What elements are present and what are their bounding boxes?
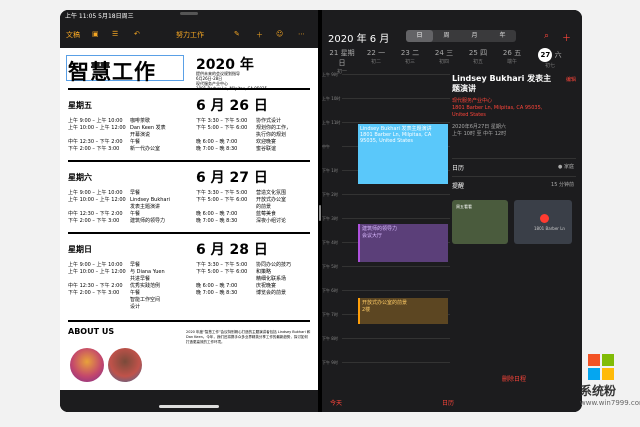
multitask-grabber[interactable] [180, 12, 198, 15]
watermark-url: www.win7999.com [580, 399, 640, 407]
hour-label: 下午 6时 [322, 288, 450, 294]
segment-day[interactable]: 日 [406, 30, 433, 42]
segment-month[interactable]: 月 [461, 30, 488, 42]
divider [68, 88, 310, 90]
day-name[interactable]: 星期日 [68, 244, 92, 255]
event-detail-panel: Lindsey Bukhari 发表主题演讲 编辑 现代服务产业中心 1801 … [452, 72, 578, 390]
weekday-cell-today[interactable]: 27 六初七 [534, 48, 566, 69]
split-view-handle[interactable] [319, 205, 321, 221]
day-timeline[interactable]: 上午 9时 上午 10时 上午 11时 中午 下午 1时 下午 2时 下午 3时… [322, 72, 450, 390]
document-title: 努力工作 [176, 31, 204, 39]
add-event-icon[interactable]: ＋ [562, 31, 571, 44]
pages-app-pane: 上午 11:05 5月18日周三 文稿 ▣ ☰ ↶ 努力工作 ✎ ＋ ☺ ⋯ 智… [60, 10, 318, 412]
document-page[interactable]: 智慧工作 2020 年 提供未来的会议规划指导 6月26日-28日 现代服务产业… [60, 48, 318, 390]
hour-label: 上午 9时 [322, 72, 450, 78]
format-brush-icon[interactable]: ✎ [234, 30, 240, 38]
location-map[interactable]: 1801 Barber Ln [514, 200, 572, 244]
watermark-title: 系统粉 [580, 384, 617, 398]
weekday-cell[interactable]: 23 二初三 [394, 48, 426, 65]
add-icon[interactable]: ＋ [256, 30, 263, 40]
schedule-times-1[interactable]: 上午 9:00 – 上午 10:00 上午 10:00 – 上午 12:00 中午… [68, 190, 126, 225]
divider [68, 320, 310, 322]
calendars-button[interactable]: 日历 [442, 398, 454, 407]
hour-label: 下午 8时 [322, 336, 450, 342]
hour-label: 下午 5时 [322, 264, 450, 270]
hour-label: 上午 10时 [322, 96, 450, 102]
pages-toolbar: 文稿 ▣ ☰ ↶ 努力工作 ✎ ＋ ☺ ⋯ [60, 25, 318, 47]
schedule-events-2[interactable]: 协作式设计 规划你的工作， 执行你的规划 欢迎晚宴 蜜谷联谊 [256, 118, 291, 153]
pages-bottom-bar [60, 390, 318, 412]
segment-week[interactable]: 周 [433, 30, 460, 42]
segment-year[interactable]: 年 [489, 30, 516, 42]
look-around-map[interactable]: 周五看看 [452, 200, 508, 244]
hour-label: 下午 9时 [322, 360, 450, 366]
event-detail-title: Lindsey Bukhari 发表主题演讲 [452, 74, 552, 93]
calendar-app-pane: 2020 年 6 月 日 周 月 年 ⌕ ＋ 21 星期日 初一 22 一初二 2… [322, 10, 582, 412]
list-icon[interactable]: ☰ [112, 30, 118, 38]
weekday-cell[interactable]: 26 五端午 [496, 48, 528, 65]
day-date[interactable]: 6 月 28 日 [196, 239, 268, 259]
event-leadership[interactable]: 建筑师的领导力 会议大厅 [358, 224, 448, 262]
schedule-events-1[interactable]: 早餐 Lindsey Bukhari 发表主题演讲 午餐 建筑师的领导力 [130, 190, 170, 225]
schedule-events-1[interactable]: 早餐与 Diana Yuen 共进早餐 优秀实践范例 午餐 智能工作空间 设计 [130, 262, 165, 311]
calendar-bottom-bar: 今天 日历 [322, 390, 582, 412]
doc-title[interactable]: 智慧工作 [68, 56, 156, 86]
weekday-cell[interactable]: 22 一初二 [360, 48, 392, 65]
documents-button[interactable]: 文稿 [66, 30, 80, 40]
logo-tile [602, 354, 614, 366]
logo-tile [602, 368, 614, 380]
hour-label: 下午 3时 [322, 216, 450, 222]
divider [68, 232, 310, 234]
schedule-times-1[interactable]: 上午 9:00 – 上午 10:00 上午 10:00 – 上午 12:00 中午… [68, 262, 126, 297]
undo-icon[interactable]: ↶ [134, 30, 140, 38]
month-title: 2020 年 6 月 [328, 34, 390, 45]
schedule-times-2[interactable]: 下午 3:30 – 下午 5:00 下午 5:00 – 下午 6:00 晚 6:0… [196, 118, 247, 153]
calendar-row[interactable]: 日历 ● 家庭 [452, 158, 576, 172]
about-text[interactable]: 2020 年度“智慧工作”会议特别精心打造的主题演讲者包括 Lindsey Bu… [186, 330, 311, 345]
status-time: 上午 11:05 [65, 13, 97, 20]
map-pin-icon [540, 214, 549, 223]
sidebar-icon[interactable]: ▣ [92, 30, 99, 38]
schedule-events-2[interactable]: 营造文化氛围 开放式办公室 的前景 蓝莓美食 深夜小组讨论 [256, 190, 286, 225]
event-time: 2020年6月27日 星期六 上午 10时 至 中午 12时 [452, 124, 507, 137]
schedule-times-1[interactable]: 上午 9:00 – 上午 10:00 上午 10:00 – 上午 12:00 中午… [68, 118, 126, 153]
delete-event-button[interactable]: 删除日程 [452, 374, 576, 383]
speaker-avatar[interactable] [108, 348, 142, 382]
edit-button[interactable]: 编辑 [566, 76, 576, 83]
about-heading[interactable]: ABOUT US [68, 327, 114, 336]
alert-row[interactable]: 提醒 15 分钟前 [452, 176, 576, 190]
logo-tile [588, 368, 600, 380]
schedule-times-2[interactable]: 下午 3:30 – 下午 5:00 下午 5:00 – 下午 6:00 晚 6:0… [196, 262, 247, 297]
view-segmented-control[interactable]: 日 周 月 年 [406, 30, 516, 42]
schedule-times-2[interactable]: 下午 3:30 – 下午 5:00 下午 5:00 – 下午 6:00 晚 6:0… [196, 190, 247, 225]
search-icon[interactable]: ⌕ [544, 31, 549, 41]
schedule-events-1[interactable]: 咖啡茶歇 Dan Keen 发表 开幕演说 午餐 新一代办公室 [130, 118, 166, 153]
divider [68, 160, 310, 162]
day-name[interactable]: 星期五 [68, 100, 92, 111]
schedule-events-2[interactable]: 协同办公的技巧 和策略 精细化联系场 庆祝晚宴 博览会的前景 [256, 262, 291, 297]
day-date[interactable]: 6 月 26 日 [196, 95, 268, 115]
weekday-cell[interactable]: 21 星期日 初一 [326, 48, 358, 75]
weekday-cell[interactable]: 25 四初五 [462, 48, 494, 65]
ipad-screen: 上午 11:05 5月18日周三 文稿 ▣ ☰ ↶ 努力工作 ✎ ＋ ☺ ⋯ 智… [60, 10, 582, 412]
week-strip: 21 星期日 初一 22 一初二 23 二初三 24 三初四 25 四初五 26 … [322, 48, 582, 75]
speaker-avatar[interactable] [70, 348, 104, 382]
collaborate-icon[interactable]: ☺ [276, 30, 283, 38]
event-keynote[interactable]: Lindsey Bukhari 发表主题演讲 1801 Barber Ln, M… [358, 124, 448, 184]
location-maps[interactable]: 周五看看 1801 Barber Ln [452, 200, 576, 248]
day-date[interactable]: 6 月 27 日 [196, 167, 268, 187]
event-location[interactable]: 现代服务产业中心 1801 Barber Ln, Milpitas, CA 95… [452, 98, 572, 119]
status-date: 5月18日周三 [98, 13, 134, 20]
more-icon[interactable]: ⋯ [298, 30, 305, 38]
hour-label: 下午 2时 [322, 192, 450, 198]
event-open-office[interactable]: 开放式办公室的前景 2楼 [358, 298, 448, 324]
logo-tile [588, 354, 600, 366]
day-name[interactable]: 星期六 [68, 172, 92, 183]
home-indicator[interactable] [159, 405, 219, 408]
today-button[interactable]: 今天 [330, 398, 342, 407]
weekday-cell[interactable]: 24 三初四 [428, 48, 460, 65]
